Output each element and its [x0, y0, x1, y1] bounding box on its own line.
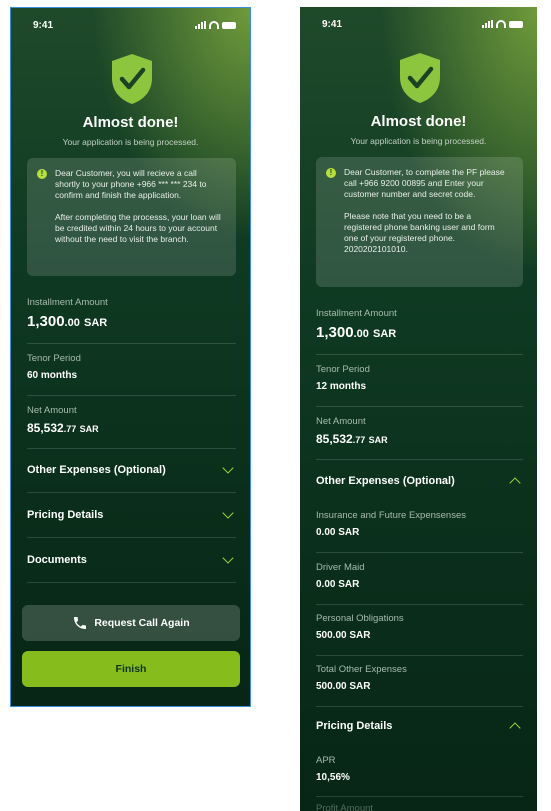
finish-button[interactable]: Finish: [22, 651, 240, 687]
status-bar: 9:41: [11, 20, 250, 34]
divider: [316, 406, 523, 407]
tenor-period: Tenor Period 12 months: [316, 364, 523, 392]
status-time: 9:41: [322, 19, 343, 30]
section-pricing-details[interactable]: Pricing Details: [27, 505, 236, 525]
divider: [27, 448, 236, 449]
chevron-down-icon: [222, 552, 234, 564]
battery-icon: [509, 20, 523, 28]
shield-check-icon: [112, 54, 152, 104]
chevron-up-icon: [509, 477, 521, 489]
section-other-expenses[interactable]: Other Expenses (Optional): [316, 471, 523, 491]
info-icon: !: [37, 169, 47, 179]
divider: [316, 459, 523, 460]
wifi-icon: [209, 21, 219, 29]
expense-insurance: Insurance and Future Expensenses 0.00 SA…: [316, 510, 466, 538]
divider: [316, 655, 523, 656]
request-call-button[interactable]: Request Call Again: [22, 605, 240, 641]
notice-text-1: Dear Customer, to complete the PF please…: [344, 167, 505, 199]
status-time: 9:41: [33, 20, 54, 31]
wifi-icon: [496, 20, 506, 28]
chevron-down-icon: [222, 462, 234, 474]
canvas: 9:41 Almost done! Your application is be…: [0, 0, 551, 811]
page-subtitle: Your application is being processed.: [62, 137, 199, 147]
divider: [316, 796, 523, 797]
info-icon: !: [326, 168, 336, 178]
tenor-period: Tenor Period 60 months: [27, 353, 236, 381]
net-value: 85,532.77 SAR: [27, 421, 99, 435]
divider: [316, 354, 523, 355]
divider: [27, 492, 236, 493]
page-title: Almost done!: [370, 113, 467, 130]
notice-text-1: Dear Customer, you will recieve a call s…: [55, 168, 207, 200]
installment-amount: Installment Amount 1,300.00 SAR: [316, 308, 523, 341]
shield-check-icon: [400, 53, 440, 103]
expense-personal-obligations: Personal Obligations 500.00 SAR: [316, 613, 404, 641]
status-bar: 9:41: [300, 19, 537, 33]
page-subtitle: Your application is being processed.: [350, 136, 487, 146]
installment-value: 1,300.00 SAR: [316, 324, 397, 341]
screen-phone-banking: 9:41 Almost done! Your application is be…: [300, 7, 537, 811]
net-amount: Net Amount 85,532.77 SAR: [27, 405, 236, 435]
divider: [316, 604, 523, 605]
section-documents[interactable]: Documents: [27, 550, 236, 570]
phone-icon: [74, 617, 87, 629]
expense-total: Total Other Expenses 500.00 SAR: [316, 664, 407, 692]
net-amount: Net Amount 85,532.77 SAR: [316, 416, 523, 446]
battery-icon: [222, 21, 236, 29]
section-pricing-details[interactable]: Pricing Details: [316, 716, 523, 736]
notice-box: ! Dear Customer, to complete the PF plea…: [316, 157, 523, 287]
apr: APR 10,56%: [316, 755, 350, 783]
divider: [27, 537, 236, 538]
tenor-value: 12 months: [316, 381, 367, 392]
page-title: Almost done!: [82, 114, 179, 131]
signal-icon: [195, 21, 206, 29]
notice-text-2: Please note that you need to be a regist…: [344, 211, 495, 254]
net-value: 85,532.77 SAR: [316, 432, 388, 446]
tenor-value: 60 months: [27, 370, 78, 381]
divider: [316, 706, 523, 707]
divider: [27, 582, 236, 583]
chevron-up-icon: [509, 722, 521, 734]
expense-driver-maid: Driver Maid 0.00 SAR: [316, 562, 365, 590]
divider: [27, 395, 236, 396]
installment-value: 1,300.00 SAR: [27, 313, 108, 330]
screen-request-call: 9:41 Almost done! Your application is be…: [10, 7, 251, 707]
divider: [316, 552, 523, 553]
installment-amount: Installment Amount 1,300.00 SAR: [27, 297, 236, 330]
section-other-expenses[interactable]: Other Expenses (Optional): [27, 460, 236, 480]
profit-amount: Profit Amount: [316, 803, 374, 811]
signal-icon: [482, 20, 493, 28]
notice-text-2: After completing the processs, your loan…: [55, 212, 221, 244]
chevron-down-icon: [222, 507, 234, 519]
notice-box: ! Dear Customer, you will recieve a call…: [27, 158, 236, 276]
divider: [27, 343, 236, 344]
